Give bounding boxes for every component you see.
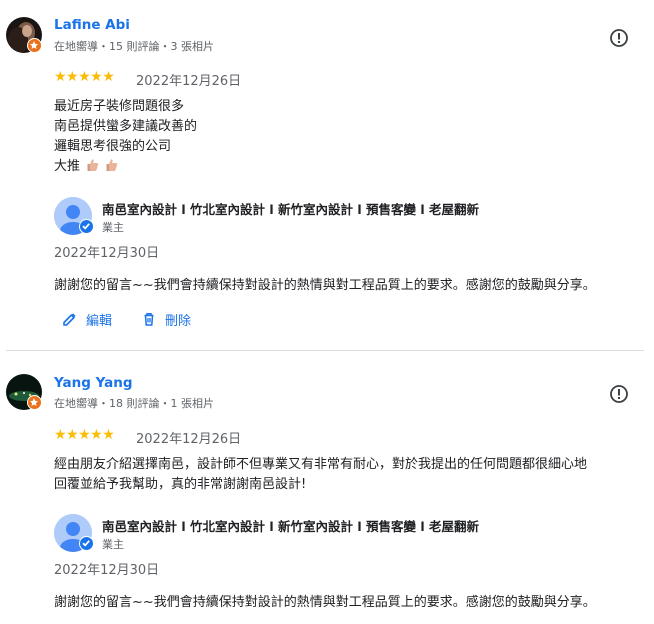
owner-role: 業主 <box>102 538 124 551</box>
reply-text: 謝謝您的留言~~我們會持續保持對設計的熱情與對工程品質上的要求。感謝您的鼓勵與分… <box>54 595 596 610</box>
owner-name: 南邑室內設計 l 竹北室內設計 l 新竹室內設計 l 預售客變 l 老屋翻新 <box>102 519 479 534</box>
star-rating: ★★★★★ <box>54 427 115 443</box>
reply-date: 2022年12月30日 <box>54 563 160 578</box>
reviewer-name[interactable]: Yang Yang <box>54 375 133 391</box>
reviewer-meta: 在地嚮導・18 則評論・1 張相片 <box>54 397 214 410</box>
verified-owner-icon <box>79 536 94 551</box>
local-guide-badge-icon <box>27 395 42 410</box>
report-icon[interactable] <box>609 384 629 404</box>
review-text-line: 經由朋友介紹選擇南邑，設計師不但專業又有非常有耐心，對於我提出的任何問題都很細心… <box>54 457 588 472</box>
review-card: Yang Yang 在地嚮導・18 則評論・1 張相片 ★★★★★ 2022年1… <box>0 0 654 624</box>
review-date: 2022年12月26日 <box>136 432 242 447</box>
review-text-line: 回覆並給予我幫助，真的非常謝謝南邑設計! <box>54 477 307 492</box>
